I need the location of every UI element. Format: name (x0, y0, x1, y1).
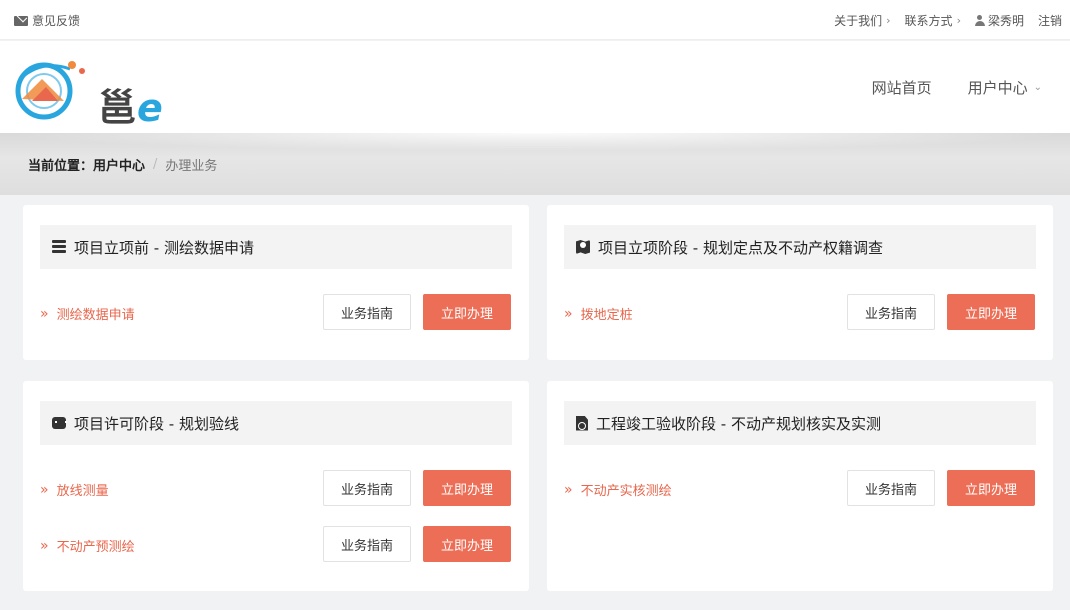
contact-label: 联系方式 (904, 14, 953, 28)
apply-now-button[interactable]: 立即办理 (947, 470, 1035, 506)
logo-char: 邕 (98, 86, 138, 130)
logout-link[interactable]: 注销 (1038, 12, 1062, 29)
main-nav: 网站首页 用户中心 ⌄ (836, 77, 1042, 98)
site-logo[interactable]: 邕e登 (12, 49, 202, 185)
chevron-right-icon: › (956, 14, 961, 27)
breadcrumb-parent[interactable]: 用户中心 (93, 155, 145, 174)
card-header: 项目立项前 - 测绘数据申请 (40, 225, 512, 269)
apply-now-button[interactable]: 立即办理 (423, 470, 511, 506)
guide-button[interactable]: 业务指南 (847, 294, 935, 330)
double-chevron-icon: » (40, 481, 49, 498)
map-icon (576, 240, 590, 254)
breadcrumb-band: 当前位置： 用户中心 / 办理业务 (0, 133, 1070, 195)
service-row: » 不动产预测绘 业务指南 立即办理 (40, 526, 512, 562)
service-link[interactable]: » 放线测量 (40, 480, 109, 500)
guide-button[interactable]: 业务指南 (323, 470, 411, 506)
service-link[interactable]: » 不动产实核测绘 (564, 480, 672, 500)
about-link[interactable]: 关于我们 › (834, 12, 890, 29)
apply-now-button[interactable]: 立即办理 (423, 526, 511, 562)
card-title: 项目立项阶段 - 规划定点及不动产权籍调查 (598, 238, 883, 257)
double-chevron-icon: » (564, 305, 573, 322)
service-label: 不动产实核测绘 (580, 484, 672, 499)
service-label: 拨地定桩 (580, 308, 633, 323)
service-card: 工程竣工验收阶段 - 不动产规划核实及实测 » 不动产实核测绘 业务指南 立即办… (547, 381, 1053, 591)
service-row: » 拨地定桩 业务指南 立即办理 (564, 294, 1036, 330)
service-label: 不动产预测绘 (56, 540, 135, 555)
card-title: 项目立项前 - 测绘数据申请 (74, 238, 254, 257)
service-row: » 测绘数据申请 业务指南 立即办理 (40, 294, 512, 330)
breadcrumb-label: 当前位置： (28, 159, 94, 174)
chevron-down-icon: ⌄ (1033, 82, 1042, 93)
chevron-right-icon: › (886, 14, 891, 27)
username: 梁秀明 (987, 14, 1024, 28)
nav-home[interactable]: 网站首页 (872, 77, 932, 98)
nav-user-center[interactable]: 用户中心 ⌄ (968, 77, 1042, 98)
site-header: 邕e登 网站首页 用户中心 ⌄ (0, 41, 1070, 185)
double-chevron-icon: » (40, 305, 49, 322)
guide-button[interactable]: 业务指南 (323, 526, 411, 562)
contact-link[interactable]: 联系方式 › (905, 12, 961, 29)
service-card: 项目许可阶段 - 规划验线 » 放线测量 业务指南 立即办理 » 不动产预测绘 … (23, 381, 529, 591)
service-label: 放线测量 (56, 484, 109, 499)
card-header: 工程竣工验收阶段 - 不动产规划核实及实测 (564, 401, 1036, 445)
feedback-link[interactable]: 意见反馈 (14, 12, 80, 29)
service-row: » 不动产实核测绘 业务指南 立即办理 (564, 470, 1036, 506)
about-label: 关于我们 (834, 14, 883, 28)
apply-now-button[interactable]: 立即办理 (423, 294, 511, 330)
service-card: 项目立项前 - 测绘数据申请 » 测绘数据申请 业务指南 立即办理 (23, 205, 529, 360)
nav-user-center-label: 用户中心 (967, 79, 1028, 97)
ruler-icon (52, 417, 67, 429)
nav-home-label: 网站首页 (871, 79, 932, 97)
document-search-icon (576, 415, 588, 431)
service-link[interactable]: » 拨地定桩 (564, 304, 633, 324)
breadcrumb-current: 办理业务 (165, 159, 218, 174)
double-chevron-icon: » (564, 481, 573, 498)
card-header: 项目立项阶段 - 规划定点及不动产权籍调查 (564, 225, 1036, 269)
card-title: 工程竣工验收阶段 - 不动产规划核实及实测 (596, 414, 881, 433)
logo-emblem-icon (15, 61, 85, 120)
mail-icon (14, 15, 28, 26)
double-chevron-icon: » (40, 537, 49, 554)
breadcrumb: 当前位置： 用户中心 / 办理业务 (28, 155, 217, 174)
card-header: 项目许可阶段 - 规划验线 (40, 401, 512, 445)
user-icon (974, 15, 985, 26)
breadcrumb-separator: / (153, 157, 158, 172)
service-row: » 放线测量 业务指南 立即办理 (40, 470, 512, 506)
card-title: 项目许可阶段 - 规划验线 (74, 414, 239, 433)
guide-button[interactable]: 业务指南 (847, 470, 935, 506)
user-profile-link[interactable]: 梁秀明 (974, 12, 1024, 29)
server-icon (52, 240, 66, 254)
apply-now-button[interactable]: 立即办理 (947, 294, 1035, 330)
service-link[interactable]: » 不动产预测绘 (40, 536, 135, 556)
service-card: 项目立项阶段 - 规划定点及不动产权籍调查 » 拨地定桩 业务指南 立即办理 (547, 205, 1053, 360)
logo-e: e (137, 86, 164, 130)
guide-button[interactable]: 业务指南 (323, 294, 411, 330)
top-utility-bar: 意见反馈 关于我们 › 联系方式 › 梁秀明 注销 (0, 0, 1070, 40)
logout-label: 注销 (1037, 14, 1062, 28)
service-label: 测绘数据申请 (56, 308, 135, 323)
feedback-label: 意见反馈 (32, 14, 81, 28)
service-link[interactable]: » 测绘数据申请 (40, 304, 135, 324)
